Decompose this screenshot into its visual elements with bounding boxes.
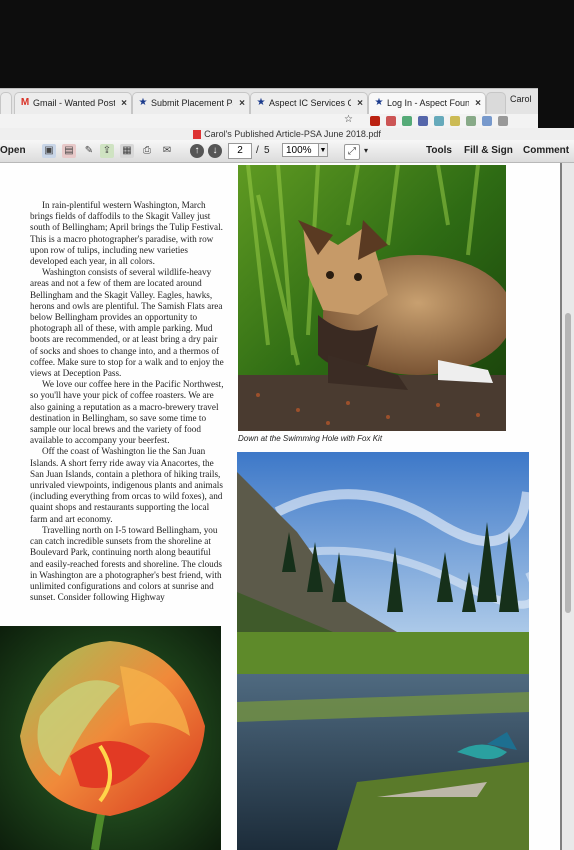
- tab-submit-placement[interactable]: ★ Submit Placement Pape ×: [132, 92, 250, 114]
- previous-page-icon[interactable]: ↑: [190, 144, 204, 158]
- article-body: In rain-plentiful western Washington, Ma…: [30, 200, 225, 603]
- close-icon[interactable]: ×: [239, 93, 245, 114]
- fullscreen-icon[interactable]: ⤢: [344, 144, 360, 160]
- document-title-bar: Carol's Published Article-PSA June 2018.…: [0, 128, 574, 140]
- pinterest-icon[interactable]: [370, 116, 380, 126]
- profile-name[interactable]: Carol: [510, 94, 532, 104]
- vertical-scrollbar[interactable]: [562, 163, 574, 850]
- fox-photo-caption: Down at the Swimming Hole with Fox Kit: [238, 434, 383, 443]
- next-page-icon[interactable]: ↓: [208, 144, 222, 158]
- save-icon[interactable]: ▦: [120, 144, 134, 158]
- tools-button[interactable]: Tools: [426, 143, 452, 159]
- tab-gmail[interactable]: M Gmail - Wanted Poster ×: [14, 92, 132, 114]
- fox-kit-photo: [238, 165, 506, 431]
- extension-icon[interactable]: [450, 116, 460, 126]
- star-logo-icon: ★: [374, 97, 384, 108]
- export-pdf-icon[interactable]: ▤: [62, 144, 76, 158]
- extension-icon[interactable]: [498, 116, 508, 126]
- print-icon[interactable]: ⎙: [140, 144, 154, 158]
- extension-icon[interactable]: [386, 116, 396, 126]
- extension-icon[interactable]: [418, 116, 428, 126]
- extension-bar: ☆: [0, 114, 538, 128]
- article-paragraph: We love our coffee here in the Pacific N…: [30, 379, 224, 446]
- chevron-down-icon[interactable]: ▼: [318, 143, 328, 157]
- landscape-photo: [237, 452, 529, 850]
- article-paragraph: Travelling north on I-5 toward Bellingha…: [30, 524, 222, 603]
- page-separator: /: [256, 145, 259, 156]
- browser-tab-bar: M Gmail - Wanted Poster × ★ Submit Place…: [0, 88, 538, 115]
- fill-sign-button[interactable]: Fill & Sign: [464, 143, 513, 159]
- tab-overflow[interactable]: [0, 92, 12, 114]
- document-title: Carol's Published Article-PSA June 2018.…: [204, 129, 381, 139]
- article-paragraph: Off the coast of Washington lie the San …: [30, 446, 223, 524]
- close-icon[interactable]: ×: [357, 93, 363, 114]
- star-logo-icon: ★: [138, 97, 148, 108]
- share-icon[interactable]: ⇪: [100, 144, 114, 158]
- more-tools-icon[interactable]: ▾: [364, 143, 368, 159]
- article-paragraph: Washington consists of several wildlife-…: [30, 267, 224, 379]
- email-icon[interactable]: ✉: [160, 144, 174, 158]
- extension-icon[interactable]: [482, 116, 492, 126]
- extension-icon[interactable]: [466, 116, 476, 126]
- extension-icon[interactable]: [434, 116, 444, 126]
- gmail-icon: M: [20, 97, 30, 108]
- tab-aspect-login[interactable]: ★ Log In - Aspect Foundati ×: [368, 92, 486, 114]
- open-button[interactable]: Open: [0, 143, 26, 159]
- extension-icon[interactable]: [402, 116, 412, 126]
- close-icon[interactable]: ×: [475, 93, 481, 114]
- tab-aspect-services[interactable]: ★ Aspect IC Services Cen ×: [250, 92, 368, 114]
- article-paragraph: In rain-plentiful western Washington, Ma…: [30, 200, 223, 267]
- create-pdf-icon[interactable]: ▣: [42, 144, 56, 158]
- page-number-input[interactable]: 2: [228, 143, 252, 159]
- comment-button[interactable]: Comment: [523, 143, 569, 159]
- star-logo-icon: ★: [256, 97, 266, 108]
- close-icon[interactable]: ×: [121, 93, 127, 114]
- tulip-photo: [0, 626, 221, 850]
- pdf-file-icon: [193, 130, 202, 140]
- bookmark-star-icon[interactable]: ☆: [344, 114, 353, 125]
- new-tab-button[interactable]: [486, 92, 506, 114]
- edit-icon[interactable]: ✎: [82, 144, 96, 158]
- scrollbar-thumb[interactable]: [565, 313, 571, 613]
- total-pages: 5: [264, 145, 270, 156]
